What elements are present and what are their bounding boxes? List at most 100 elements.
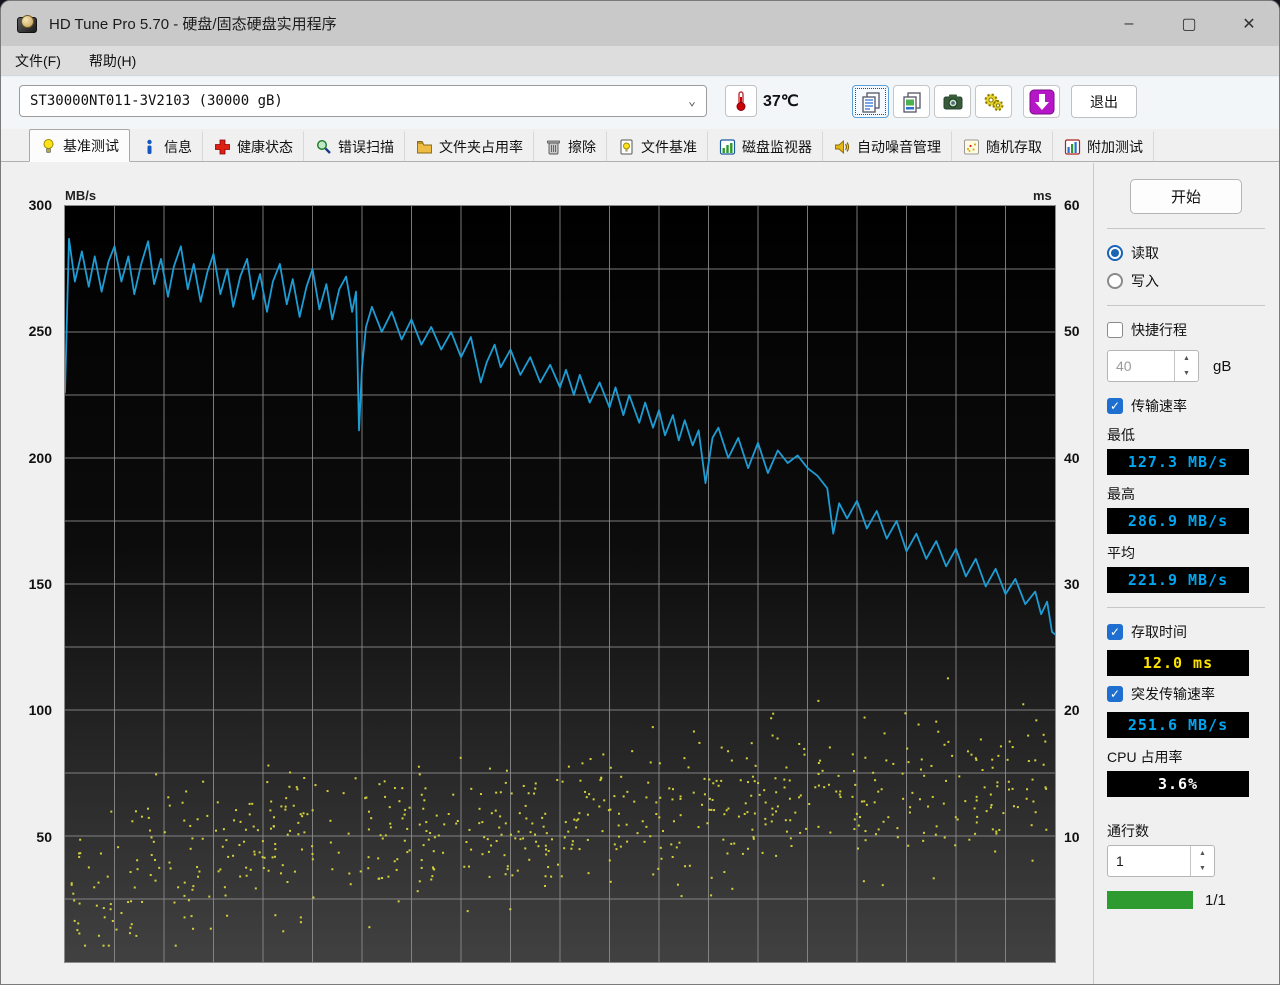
short-stroke-size-stepper[interactable]: 40 ▲ ▼ <box>1107 350 1199 382</box>
benchmark-plot <box>64 205 1056 963</box>
avg-label: 平均 <box>1107 543 1265 563</box>
thermometer-icon <box>732 90 750 112</box>
tab-benchmark[interactable]: 基准测试 <box>29 129 130 162</box>
benchmark-panel: 开始 读取 写入 快捷行程 40 ▲ ▼ gB ✓ <box>1093 163 1279 984</box>
toolbar: ST30000NT011-3V2103 (30000 gB) ⌄ 37℃ <box>1 77 1279 129</box>
cpu-usage-label: CPU 占用率 <box>1107 747 1265 767</box>
read-radio[interactable] <box>1107 245 1123 261</box>
burst-rate-display: 251.6 MB/s <box>1107 712 1249 738</box>
window-title: HD Tune Pro 5.70 - 硬盘/固态硬盘实用程序 <box>49 13 337 34</box>
close-button[interactable]: ✕ <box>1219 1 1279 46</box>
menu-help[interactable]: 帮助(H) <box>89 51 136 71</box>
axis-tick-label: 100 <box>1 702 59 718</box>
scatter-dots-icon <box>963 139 980 155</box>
menu-file[interactable]: 文件(F) <box>15 51 61 71</box>
minimize-button[interactable]: – <box>1099 1 1159 46</box>
drive-select-value: ST30000NT011-3V2103 (30000 gB) <box>30 93 283 109</box>
speaker-icon <box>834 139 851 155</box>
left-axis-unit: MB/s <box>65 188 96 203</box>
read-radio-label: 读取 <box>1131 243 1159 263</box>
health-cross-icon <box>214 139 231 155</box>
transfer-rate-checkbox[interactable]: ✓ <box>1107 398 1123 414</box>
update-button[interactable] <box>1023 85 1060 118</box>
short-stroke-size-value: 40 <box>1108 351 1174 381</box>
exit-button[interactable]: 退出 <box>1071 85 1137 118</box>
left-axis-ticks: 30025020015010050 <box>1 205 59 963</box>
stepper-down-icon[interactable]: ▼ <box>1191 861 1214 876</box>
pass-count-stepper[interactable]: 1 ▲ ▼ <box>1107 845 1215 877</box>
tab-erase[interactable]: 擦除 <box>534 131 607 161</box>
file-bulb-icon <box>618 139 635 155</box>
transfer-rate-label: 传输速率 <box>1131 396 1187 416</box>
pass-progress-label: 1/1 <box>1205 892 1226 909</box>
menubar: 文件(F) 帮助(H) <box>1 46 1279 76</box>
max-value-display: 286.9 MB/s <box>1107 508 1249 534</box>
short-stroke-row[interactable]: 快捷行程 <box>1107 320 1265 340</box>
pass-progress-bar <box>1107 891 1193 909</box>
tab-extra-tests[interactable]: 附加测试 <box>1053 131 1154 161</box>
burst-rate-checkbox[interactable]: ✓ <box>1107 686 1123 702</box>
trash-icon <box>545 139 562 155</box>
drive-select[interactable]: ST30000NT011-3V2103 (30000 gB) ⌄ <box>19 85 707 117</box>
start-button[interactable]: 开始 <box>1130 179 1242 214</box>
gears-icon <box>982 90 1006 114</box>
tab-disk-monitor[interactable]: 磁盘监视器 <box>708 131 823 161</box>
copy-text-button[interactable] <box>852 85 889 118</box>
access-time-checkbox[interactable]: ✓ <box>1107 624 1123 640</box>
max-label: 最高 <box>1107 484 1265 504</box>
pass-count-label: 通行数 <box>1107 821 1265 841</box>
burst-rate-row[interactable]: ✓ 突发传输速率 <box>1107 684 1265 704</box>
short-stroke-checkbox[interactable] <box>1107 322 1123 338</box>
stepper-up-icon[interactable]: ▲ <box>1191 846 1214 861</box>
copy-image-button[interactable] <box>893 85 930 118</box>
min-label: 最低 <box>1107 425 1265 445</box>
tab-error-scan[interactable]: 错误扫描 <box>304 131 405 161</box>
short-stroke-label: 快捷行程 <box>1131 320 1187 340</box>
separator <box>1107 305 1265 306</box>
transfer-rate-row[interactable]: ✓ 传输速率 <box>1107 396 1265 416</box>
copy-image-icon <box>900 90 924 114</box>
bulb-icon <box>40 138 57 154</box>
axis-tick-label: 150 <box>1 576 59 592</box>
download-arrow-icon <box>1029 89 1055 115</box>
cpu-usage-display: 3.6% <box>1107 771 1249 797</box>
access-time-row[interactable]: ✓ 存取时间 <box>1107 622 1265 642</box>
axis-tick-label: 300 <box>1 197 59 213</box>
magnifier-icon <box>315 139 332 155</box>
tab-file-benchmark[interactable]: 文件基准 <box>607 131 708 161</box>
tab-folder-usage[interactable]: 文件夹占用率 <box>405 131 534 161</box>
access-time-label: 存取时间 <box>1131 622 1187 642</box>
right-axis-unit: ms <box>1033 188 1052 203</box>
stepper-down-icon[interactable]: ▼ <box>1175 366 1198 381</box>
options-button[interactable] <box>975 85 1012 118</box>
short-stroke-unit: gB <box>1213 358 1231 375</box>
tab-info[interactable]: 信息 <box>130 131 203 161</box>
tabbar: 基准测试 信息 健康状态 错误扫描 <box>1 129 1279 162</box>
app-window: HD Tune Pro 5.70 - 硬盘/固态硬盘实用程序 – ▢ ✕ 文件(… <box>0 0 1280 985</box>
extra-tests-chart-icon <box>1064 139 1081 155</box>
separator <box>1107 228 1265 229</box>
avg-value-display: 221.9 MB/s <box>1107 567 1249 593</box>
burst-rate-label: 突发传输速率 <box>1131 684 1215 704</box>
screenshot-button[interactable] <box>934 85 971 118</box>
chevron-down-icon: ⌄ <box>688 94 696 109</box>
write-radio-label: 写入 <box>1131 271 1159 291</box>
temperature-value: 37℃ <box>763 91 799 111</box>
access-time-display: 12.0 ms <box>1107 650 1249 676</box>
tab-random-access[interactable]: 随机存取 <box>952 131 1053 161</box>
tab-health[interactable]: 健康状态 <box>203 131 304 161</box>
pass-count-value: 1 <box>1108 846 1190 876</box>
axis-tick-label: 50 <box>1 829 59 845</box>
write-radio-row[interactable]: 写入 <box>1107 271 1265 291</box>
copy-text-icon <box>859 90 883 114</box>
write-radio[interactable] <box>1107 273 1123 289</box>
folder-icon <box>416 139 433 155</box>
read-radio-row[interactable]: 读取 <box>1107 243 1265 263</box>
stepper-up-icon[interactable]: ▲ <box>1175 351 1198 366</box>
temperature-button[interactable] <box>725 85 757 117</box>
tab-aam[interactable]: 自动噪音管理 <box>823 131 952 161</box>
separator <box>1107 607 1265 608</box>
maximize-button[interactable]: ▢ <box>1159 1 1219 46</box>
info-icon <box>141 139 158 155</box>
min-value-display: 127.3 MB/s <box>1107 449 1249 475</box>
